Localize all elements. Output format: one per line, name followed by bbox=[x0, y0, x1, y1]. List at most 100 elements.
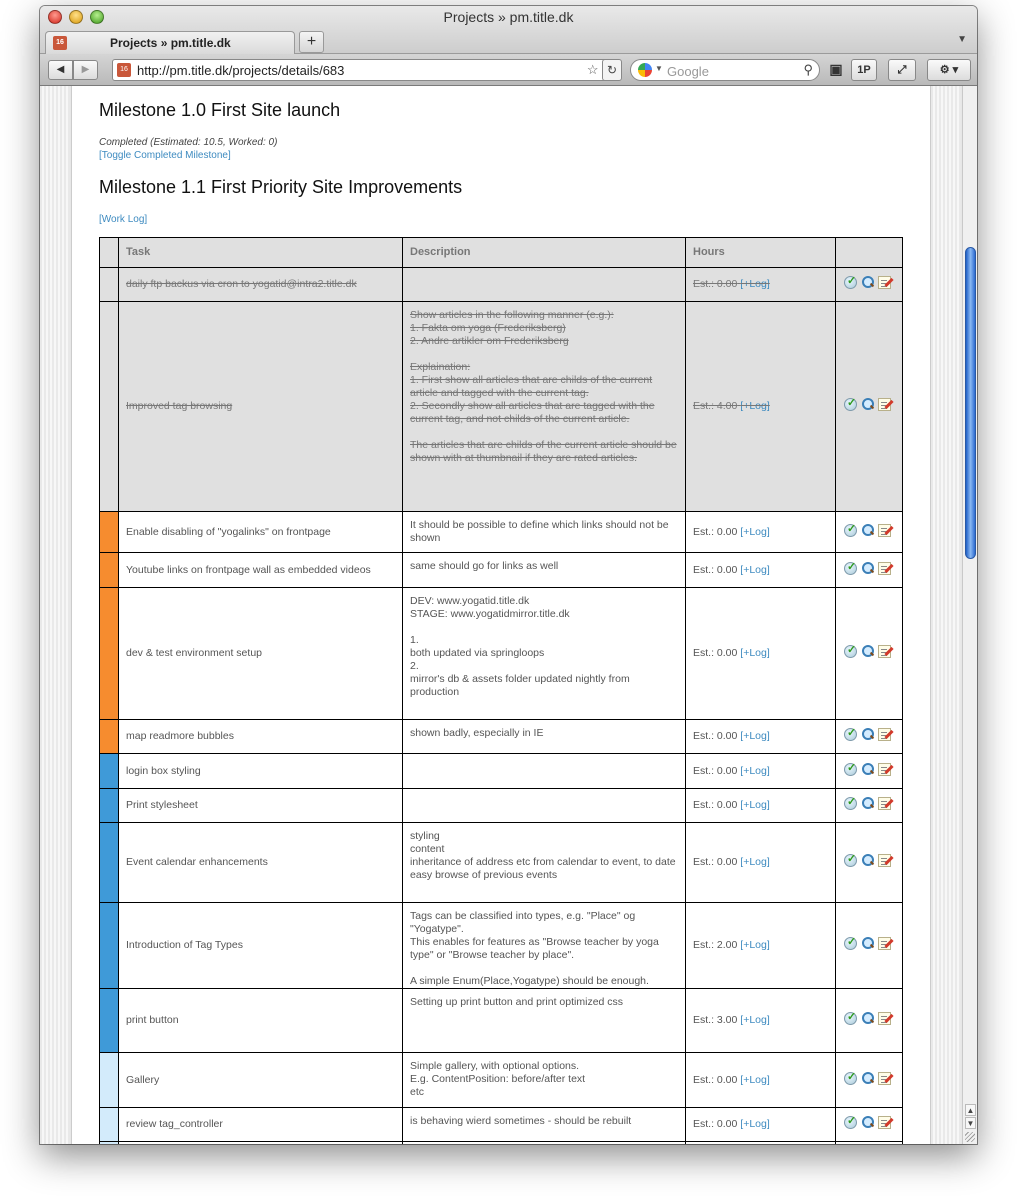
estimate-value: Est.: 0.00 bbox=[693, 278, 738, 290]
complete-check-icon[interactable] bbox=[844, 1115, 857, 1129]
edit-note-icon[interactable] bbox=[878, 854, 891, 867]
scrollbar-thumb[interactable] bbox=[965, 247, 976, 559]
scroll-up-arrow-icon[interactable]: ▲ bbox=[965, 1104, 976, 1116]
view-magnifier-icon[interactable] bbox=[861, 1071, 874, 1085]
add-log-link[interactable]: [+Log] bbox=[740, 856, 770, 868]
search-engine-chevron-icon[interactable]: ▼ bbox=[655, 64, 663, 73]
address-bar[interactable]: 16 http://pm.title.dk/projects/details/6… bbox=[112, 59, 620, 81]
view-magnifier-icon[interactable] bbox=[861, 762, 874, 776]
complete-check-icon[interactable] bbox=[844, 936, 857, 950]
edit-note-icon[interactable] bbox=[878, 797, 891, 810]
estimate-value: Est.: 0.00 bbox=[693, 1118, 738, 1130]
edit-note-icon[interactable] bbox=[878, 762, 891, 776]
task-cell: Improved tag browsing bbox=[118, 301, 403, 512]
complete-check-icon[interactable] bbox=[844, 762, 857, 776]
actions-cell bbox=[835, 902, 903, 989]
edit-note-icon[interactable] bbox=[878, 398, 891, 411]
task-cell: Gallery bbox=[118, 1052, 403, 1108]
table-row: Gallery Simple gallery, with optional opt… bbox=[99, 1052, 903, 1108]
complete-check-icon[interactable] bbox=[844, 1011, 857, 1025]
table-row: Print stylesheet Est.: 0.00 [+Log] bbox=[99, 788, 903, 823]
add-log-link[interactable]: [+Log] bbox=[740, 799, 770, 811]
task-header: Task bbox=[118, 237, 403, 268]
priority-indicator bbox=[99, 902, 119, 989]
url-text[interactable]: http://pm.title.dk/projects/details/683 bbox=[137, 63, 344, 78]
expand-icon[interactable]: ⤢ bbox=[888, 59, 916, 81]
archive-icon[interactable]: ▣ bbox=[826, 59, 846, 81]
onepassword-button[interactable]: 1P bbox=[851, 59, 877, 81]
add-log-link[interactable]: [+Log] bbox=[740, 939, 770, 951]
complete-check-icon[interactable] bbox=[844, 397, 857, 411]
estimate-value: Est.: 0.00 bbox=[693, 1073, 738, 1086]
edit-note-icon[interactable] bbox=[878, 937, 891, 950]
edit-note-icon[interactable] bbox=[878, 1071, 891, 1085]
view-magnifier-icon[interactable] bbox=[861, 398, 874, 411]
tab-list-chevron-icon[interactable]: ▼ bbox=[957, 34, 967, 45]
actions-cell bbox=[835, 552, 903, 588]
priority-indicator bbox=[99, 788, 119, 823]
edit-note-icon[interactable] bbox=[878, 1012, 891, 1025]
task-cell: dev & test environment setup bbox=[118, 587, 403, 720]
forward-button[interactable]: ▶ bbox=[73, 60, 98, 80]
reload-icon[interactable]: ↻ bbox=[602, 59, 622, 81]
view-magnifier-icon[interactable] bbox=[861, 561, 874, 575]
view-magnifier-icon[interactable] bbox=[861, 854, 874, 867]
new-tab-button[interactable]: + bbox=[299, 31, 324, 53]
table-row: Event calendar enhancements styling conte… bbox=[99, 822, 903, 903]
work-log-link[interactable]: [Work Log] bbox=[99, 214, 147, 225]
add-log-link[interactable]: [+Log] bbox=[740, 564, 770, 576]
hours-cell bbox=[685, 1141, 836, 1144]
estimate-value: Est.: 3.00 bbox=[693, 1014, 738, 1026]
resize-grip-icon[interactable] bbox=[965, 1132, 975, 1142]
edit-note-icon[interactable] bbox=[878, 728, 891, 741]
edit-note-icon[interactable] bbox=[878, 523, 891, 537]
favicon-icon: 16 bbox=[53, 36, 67, 50]
add-log-link[interactable]: [+Log] bbox=[740, 1118, 770, 1130]
complete-check-icon[interactable] bbox=[844, 1071, 857, 1085]
search-icon[interactable]: ⚲ bbox=[803, 62, 813, 78]
add-log-link[interactable]: [+Log] bbox=[740, 400, 770, 412]
description-cell: Setting up print button and print optimi… bbox=[402, 988, 686, 1053]
estimate-value: Est.: 0.00 bbox=[693, 856, 738, 868]
complete-check-icon[interactable] bbox=[844, 523, 857, 537]
complete-check-icon[interactable] bbox=[844, 853, 857, 867]
edit-note-icon[interactable] bbox=[878, 1116, 891, 1129]
view-magnifier-icon[interactable] bbox=[861, 728, 874, 741]
hours-cell: Est.: 0.00 [+Log] bbox=[685, 587, 836, 720]
view-magnifier-icon[interactable] bbox=[861, 1012, 874, 1025]
view-magnifier-icon[interactable] bbox=[861, 523, 874, 537]
view-magnifier-icon[interactable] bbox=[861, 645, 874, 658]
description-cell: DEV: www.yogatid.title.dk STAGE: www.yog… bbox=[402, 587, 686, 720]
complete-check-icon[interactable] bbox=[844, 561, 857, 575]
vertical-scrollbar[interactable]: ▲ ▼ bbox=[962, 86, 977, 1144]
complete-check-icon[interactable] bbox=[844, 275, 857, 289]
view-magnifier-icon[interactable] bbox=[861, 276, 874, 289]
add-log-link[interactable]: [+Log] bbox=[740, 278, 770, 290]
scroll-down-arrow-icon[interactable]: ▼ bbox=[965, 1117, 976, 1129]
view-magnifier-icon[interactable] bbox=[861, 937, 874, 950]
view-magnifier-icon[interactable] bbox=[861, 797, 874, 810]
table-row: Improved tag browsing Show articles in th… bbox=[99, 301, 903, 512]
add-log-link[interactable]: [+Log] bbox=[740, 647, 770, 659]
edit-note-icon[interactable] bbox=[878, 645, 891, 658]
complete-check-icon[interactable] bbox=[844, 644, 857, 658]
add-log-link[interactable]: [+Log] bbox=[740, 765, 770, 777]
google-icon[interactable] bbox=[638, 63, 652, 77]
page-viewport: Milestone 1.0 First Site launch Complete… bbox=[40, 86, 977, 1144]
extensions-menu-icon[interactable]: ⚙ ▾ bbox=[927, 59, 971, 81]
edit-note-icon[interactable] bbox=[878, 276, 891, 289]
priority-indicator bbox=[99, 511, 119, 553]
view-magnifier-icon[interactable] bbox=[861, 1116, 874, 1129]
add-log-link[interactable]: [+Log] bbox=[740, 1074, 770, 1086]
browser-tab[interactable]: 16 Projects » pm.title.dk bbox=[45, 31, 295, 54]
add-log-link[interactable]: [+Log] bbox=[740, 1014, 770, 1026]
add-log-link[interactable]: [+Log] bbox=[740, 526, 770, 538]
edit-note-icon[interactable] bbox=[878, 561, 891, 575]
complete-check-icon[interactable] bbox=[844, 796, 857, 810]
search-field[interactable]: ▼ Google ⚲ bbox=[630, 59, 820, 81]
description-cell: shown badly, especially in IE bbox=[402, 719, 686, 754]
back-button[interactable]: ◀ bbox=[48, 60, 73, 80]
toggle-completed-milestone-link[interactable]: [Toggle Completed Milestone] bbox=[99, 150, 231, 161]
add-log-link[interactable]: [+Log] bbox=[740, 730, 770, 742]
complete-check-icon[interactable] bbox=[844, 727, 857, 741]
